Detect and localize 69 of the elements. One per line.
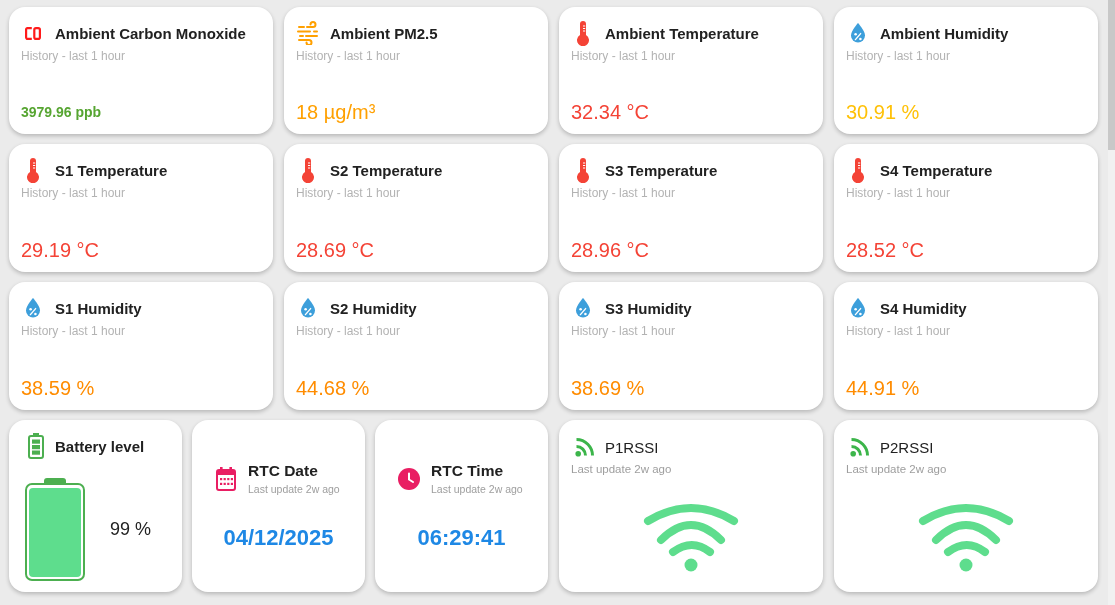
thermometer-icon — [576, 20, 590, 46]
card-subtitle: History - last 1 hour — [296, 49, 402, 63]
water-drop-icon — [575, 298, 591, 318]
card-title: RTC Time — [431, 462, 505, 480]
water-drop-icon — [850, 23, 866, 43]
water-drop-icon — [25, 298, 41, 318]
card-title: Ambient PM2.5 — [330, 24, 438, 42]
card-title: P1RSSI — [605, 438, 659, 456]
sensor-value: 38.69 % — [571, 376, 645, 400]
card-subtitle: History - last 1 hour — [296, 324, 402, 338]
scrollbar-thumb[interactable] — [1108, 0, 1115, 150]
card-title: S1 Humidity — [55, 299, 142, 317]
date-value: 04/12/2025 — [223, 525, 334, 551]
card-subtitle: History - last 1 hour — [21, 49, 127, 63]
card-title: Battery level — [55, 437, 145, 455]
battery-icon — [28, 433, 44, 459]
card-title: S1 Temperature — [55, 161, 168, 179]
co-icon — [25, 26, 41, 40]
wifi-icon — [918, 502, 1014, 572]
card-subtitle: History - last 1 hour — [846, 324, 952, 338]
thermometer-icon — [851, 157, 865, 183]
thermometer-icon — [576, 157, 590, 183]
scrollbar[interactable] — [1108, 0, 1115, 605]
water-drop-icon — [850, 298, 866, 318]
card-title: Ambient Temperature — [605, 24, 759, 42]
card-subtitle: History - last 1 hour — [296, 186, 402, 200]
card-title: Ambient Carbon Monoxide — [55, 24, 246, 42]
card-title: P2RSSI — [880, 438, 934, 456]
sensor-value: 38.59 % — [21, 376, 95, 400]
sensor-value: 28.52 °C — [846, 238, 925, 262]
card-title: S4 Temperature — [880, 161, 993, 179]
card-title: S3 Temperature — [605, 161, 718, 179]
thermometer-icon — [301, 157, 315, 183]
card-subtitle: History - last 1 hour — [571, 186, 677, 200]
card-title: S3 Humidity — [605, 299, 692, 317]
card-subtitle: History - last 1 hour — [846, 186, 952, 200]
sensor-value: 3979.96 ppb — [21, 103, 102, 122]
card-title: Ambient Humidity — [880, 24, 1009, 42]
last-update-text: Last update 2w ago — [846, 462, 948, 476]
sensor-value: 30.91 % — [846, 100, 920, 124]
sensor-value: 28.69 °C — [296, 238, 375, 262]
time-value: 06:29:41 — [417, 525, 506, 551]
wifi-icon — [643, 502, 739, 572]
last-update-text: Last update 2w ago — [248, 483, 340, 495]
card-title: S2 Humidity — [330, 299, 417, 317]
card-subtitle: History - last 1 hour — [21, 324, 127, 338]
battery-reading: 99 % — [110, 519, 152, 540]
thermometer-icon — [26, 157, 40, 183]
sensor-value: 28.96 °C — [571, 238, 650, 262]
calendar-icon — [216, 466, 236, 491]
last-update-text: Last update 2w ago — [571, 462, 673, 476]
wind-icon — [296, 21, 320, 45]
card-title: RTC Date — [248, 462, 319, 480]
water-drop-icon — [300, 298, 316, 318]
card-subtitle: History - last 1 hour — [571, 49, 677, 63]
card-subtitle: History - last 1 hour — [846, 49, 952, 63]
signal-icon — [850, 437, 870, 457]
sensor-value: 44.91 % — [846, 376, 920, 400]
last-update-text: Last update 2w ago — [431, 483, 523, 495]
card-title: S4 Humidity — [880, 299, 967, 317]
sensor-value: 29.19 °C — [21, 238, 100, 262]
card-subtitle: History - last 1 hour — [571, 324, 677, 338]
card-subtitle: History - last 1 hour — [21, 186, 127, 200]
sensor-value: 32.34 °C — [571, 100, 650, 124]
clock-icon — [398, 467, 420, 490]
sensor-value: 44.68 % — [296, 376, 370, 400]
card-title: S2 Temperature — [330, 161, 443, 179]
signal-icon — [575, 437, 595, 457]
sensor-value: 18 µg/m³ — [296, 100, 376, 124]
